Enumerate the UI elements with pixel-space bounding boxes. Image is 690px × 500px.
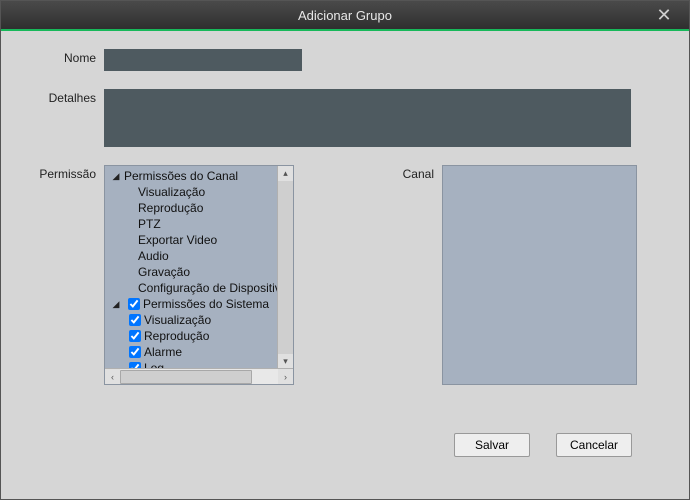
tree-group-label: Permissões do Canal — [124, 169, 238, 183]
dialog-window: Adicionar Grupo ✕ Nome Detalhes Permissã… — [0, 0, 690, 500]
scroll-down-arrow-icon[interactable]: ▾ — [278, 354, 293, 369]
window-title: Adicionar Grupo — [298, 8, 392, 23]
scroll-track[interactable] — [278, 181, 293, 354]
canal-list[interactable] — [442, 165, 637, 385]
scroll-thumb[interactable] — [120, 370, 252, 384]
permission-tree: ◢ Permissões do Canal Visualização Repro… — [104, 165, 294, 385]
checkbox[interactable] — [129, 346, 141, 358]
tree-item-gravacao[interactable]: Gravação — [105, 264, 293, 280]
label-permissao: Permissão — [1, 165, 104, 181]
row-nome: Nome — [1, 49, 689, 71]
collapse-icon[interactable]: ◢ — [111, 299, 121, 309]
label-canal: Canal — [294, 165, 442, 181]
tree-item-ptz[interactable]: PTZ — [105, 216, 293, 232]
dialog-body: Nome Detalhes Permissão ◢ Permissões do … — [1, 31, 689, 499]
horizontal-scrollbar[interactable]: ‹ › — [105, 368, 293, 384]
tree-item-audio[interactable]: Audio — [105, 248, 293, 264]
tree-item-config-dispositivo[interactable]: Configuração de Dispositiv — [105, 280, 293, 296]
row-permissao: Permissão ◢ Permissões do Canal Visualiz… — [1, 165, 689, 385]
tree-group-sistema[interactable]: ◢ Permissões do Sistema — [105, 296, 293, 312]
scroll-right-arrow-icon[interactable]: › — [278, 369, 293, 384]
checkbox[interactable] — [129, 314, 141, 326]
close-button[interactable]: ✕ — [647, 1, 681, 29]
collapse-icon[interactable]: ◢ — [111, 171, 121, 181]
titlebar: Adicionar Grupo ✕ — [1, 1, 689, 29]
tree-item-exportar-video[interactable]: Exportar Video — [105, 232, 293, 248]
checkbox-sistema[interactable] — [128, 298, 140, 310]
tree-group-canal[interactable]: ◢ Permissões do Canal — [105, 168, 293, 184]
scroll-track[interactable] — [120, 369, 278, 384]
label-detalhes: Detalhes — [1, 89, 104, 105]
nome-input[interactable] — [104, 49, 302, 71]
tree-item-sys-alarme[interactable]: Alarme — [105, 344, 293, 360]
label-nome: Nome — [1, 49, 104, 65]
tree-item-visualizacao[interactable]: Visualização — [105, 184, 293, 200]
detalhes-input[interactable] — [104, 89, 631, 147]
close-icon: ✕ — [656, 5, 671, 26]
cancel-button[interactable]: Cancelar — [556, 433, 632, 457]
tree-group-label: Permissões do Sistema — [143, 297, 269, 311]
checkbox[interactable] — [129, 330, 141, 342]
scroll-left-arrow-icon[interactable]: ‹ — [105, 369, 120, 384]
tree-item-sys-visualizacao[interactable]: Visualização — [105, 312, 293, 328]
row-detalhes: Detalhes — [1, 89, 689, 147]
tree-viewport: ◢ Permissões do Canal Visualização Repro… — [105, 166, 293, 369]
button-row: Salvar Cancelar — [454, 433, 632, 457]
tree-content: ◢ Permissões do Canal Visualização Repro… — [105, 166, 293, 369]
scroll-up-arrow-icon[interactable]: ▴ — [278, 166, 293, 181]
save-button[interactable]: Salvar — [454, 433, 530, 457]
vertical-scrollbar[interactable]: ▴ ▾ — [277, 166, 293, 369]
tree-item-sys-reproducao[interactable]: Reprodução — [105, 328, 293, 344]
tree-item-reproducao[interactable]: Reprodução — [105, 200, 293, 216]
